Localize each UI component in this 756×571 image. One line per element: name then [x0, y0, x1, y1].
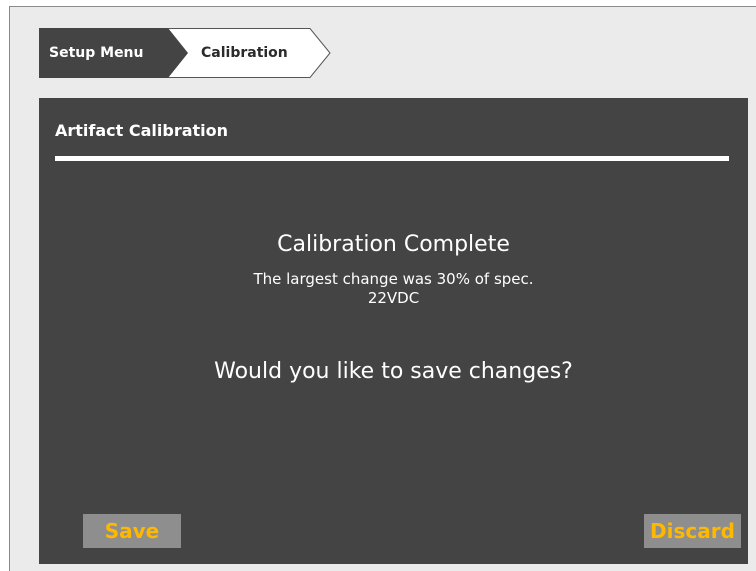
- status-value: 22VDC: [367, 289, 420, 307]
- save-prompt: Would you like to save changes?: [214, 359, 573, 384]
- save-button[interactable]: Save: [83, 514, 181, 548]
- discard-button[interactable]: Discard: [644, 514, 741, 548]
- calibration-panel: Artifact Calibration Calibration Complet…: [39, 98, 748, 564]
- panel-title: Artifact Calibration: [55, 121, 229, 140]
- status-heading: Calibration Complete: [277, 232, 510, 257]
- breadcrumb-item-calibration[interactable]: Calibration: [201, 44, 288, 62]
- breadcrumb-item-setup-menu[interactable]: Setup Menu: [49, 44, 144, 62]
- title-divider: [55, 156, 729, 161]
- breadcrumb: Setup Menu Calibration: [39, 28, 331, 78]
- status-detail: The largest change was 30% of spec.: [253, 270, 534, 288]
